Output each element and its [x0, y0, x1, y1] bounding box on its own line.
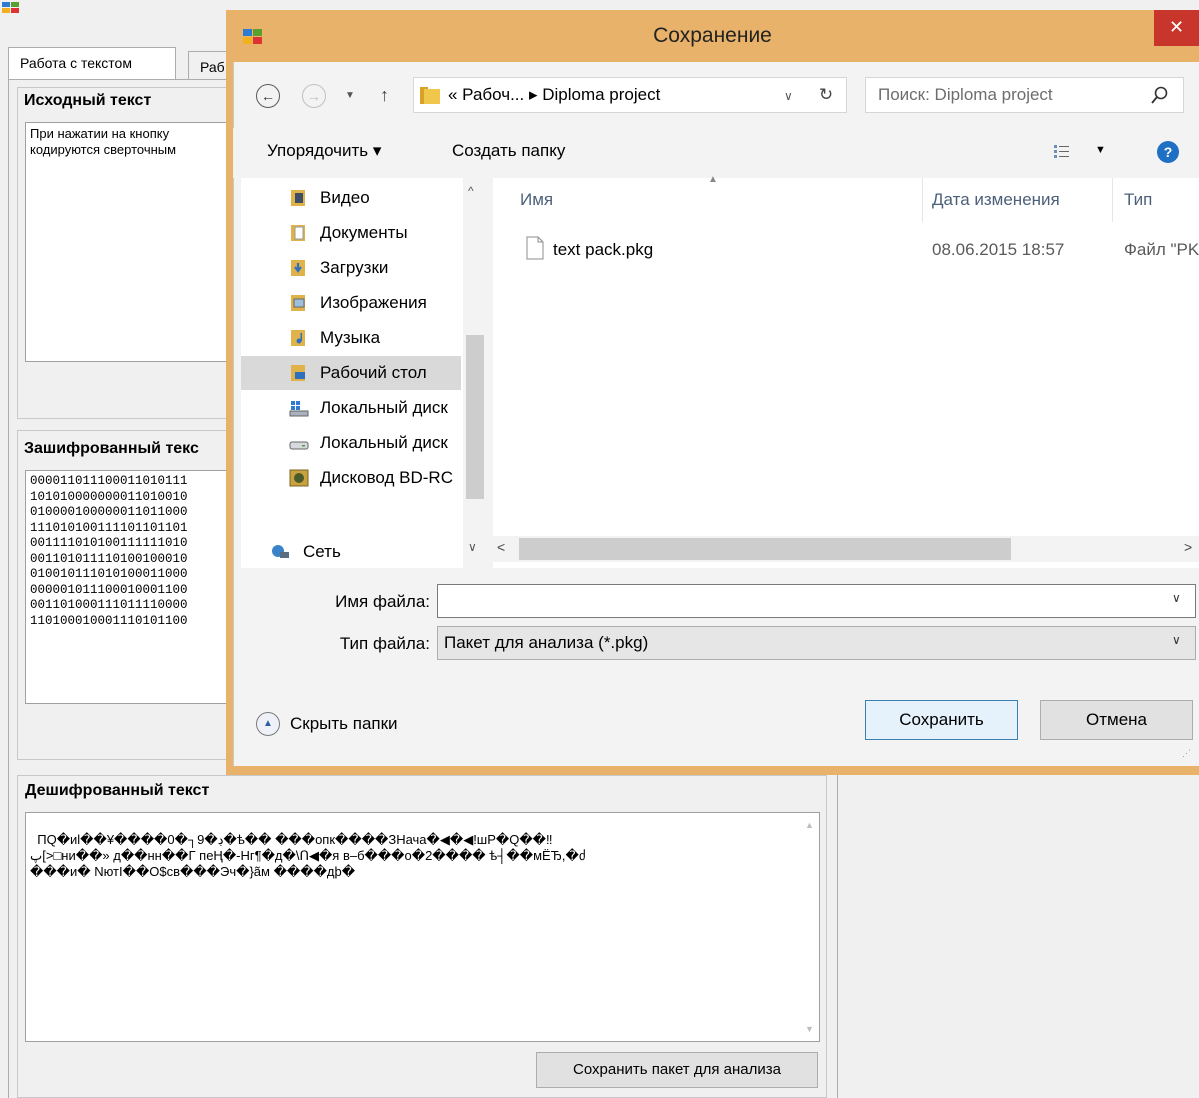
column-header-date[interactable]: Дата изменения [932, 190, 1102, 214]
sidebar-item-network[interactable]: Сеть [241, 535, 461, 568]
view-list-icon [1054, 145, 1069, 158]
pictures-folder-icon [291, 295, 305, 311]
scroll-up-icon[interactable]: ▲ [805, 817, 814, 833]
chevron-down-icon: ▼ [1095, 144, 1106, 156]
drive-icon [289, 441, 309, 450]
encrypted-line: 110100010001110101100 [30, 613, 188, 628]
search-placeholder: Поиск: Diploma project [878, 85, 1053, 104]
scroll-down-icon[interactable]: ∨ [468, 540, 482, 554]
sidebar-item-label: Загрузки [320, 258, 389, 277]
file-date: 08.06.2015 18:57 [932, 240, 1065, 259]
sidebar-item-label: Рабочий стол [320, 363, 427, 382]
view-options-button[interactable]: ▼ [1053, 141, 1113, 165]
sidebar-item-local-disk-1[interactable]: Локальный диск [241, 391, 461, 425]
navigation-pane: Видео Документы Загрузки Изображения Муз… [241, 178, 487, 568]
source-text-box[interactable]: При нажатии на кнопку кодируются сверточ… [25, 122, 255, 362]
encrypted-line: 001101000111011110000 [30, 598, 188, 612]
encrypted-line: 010000100000011011000 [30, 505, 188, 519]
up-arrow-icon[interactable]: ↑ [380, 83, 396, 107]
sidebar-item-label: Дисковод BD-RC [320, 468, 453, 487]
scroll-left-icon[interactable]: < [497, 539, 511, 557]
sidebar-item-label: Видео [320, 188, 370, 207]
sidebar-item-downloads[interactable]: Загрузки [241, 251, 461, 285]
sidebar-item-label: Сеть [303, 542, 341, 561]
filetype-label: Тип файла: [339, 634, 430, 653]
decrypted-text-content: ПQ�иl��¥����0�┐9�ڊ�ѣ�� ���опк����ЗНача�◀… [30, 832, 586, 879]
cancel-button[interactable]: Отмена [1040, 700, 1193, 740]
sort-ascending-icon: ▲ [708, 174, 718, 185]
network-icon [272, 545, 289, 558]
encrypted-line: 101010000000011010010 [30, 489, 188, 504]
organize-button[interactable]: Упорядочить ▾ [267, 141, 417, 165]
downloads-folder-icon [291, 260, 305, 276]
chevron-down-icon[interactable]: ∨ [1172, 591, 1188, 611]
sidebar-item-pictures[interactable]: Изображения [241, 286, 461, 320]
scroll-up-icon[interactable]: ^ [468, 184, 482, 198]
decrypted-text-title: Дешифрованный текст [25, 782, 210, 799]
bd-drive-icon [289, 469, 309, 487]
column-divider[interactable] [922, 178, 923, 222]
sidebar-item-video[interactable]: Видео [241, 181, 461, 215]
file-name[interactable]: text pack.pkg [553, 240, 853, 262]
back-arrow-icon[interactable]: ← [256, 84, 280, 108]
navigation-scroll-thumb[interactable] [466, 335, 484, 499]
scroll-down-icon[interactable]: ▼ [805, 1021, 814, 1037]
encrypted-line: 111010100111101101101 [30, 520, 188, 535]
encrypted-text-box[interactable]: 000011011100011010111 1010100000000110100… [25, 470, 255, 704]
chevron-down-icon[interactable]: ∨ [1172, 633, 1188, 653]
close-icon[interactable]: ✕ [1154, 10, 1199, 46]
file-icon [526, 236, 544, 260]
sidebar-item-label: Изображения [320, 293, 427, 312]
video-folder-icon [291, 190, 305, 206]
encrypted-line: 001101011110100100010 [30, 551, 188, 566]
hide-folders-label[interactable]: Скрыть папки [290, 714, 450, 736]
app-icon [2, 2, 19, 13]
encrypted-line: 010010111010100011000 [30, 567, 188, 581]
column-header-name[interactable]: Имя [520, 190, 680, 214]
sidebar-item-label: Музыка [320, 328, 381, 347]
sidebar-item-label: Локальный диск [320, 433, 448, 452]
new-folder-button[interactable]: Создать папку [452, 141, 602, 165]
sidebar-item-music[interactable]: Музыка [241, 321, 461, 355]
scroll-right-icon[interactable]: > [1184, 539, 1198, 557]
decrypted-text-scrollbar[interactable]: ▲ ▼ [802, 815, 817, 1039]
forward-arrow-icon[interactable]: → [302, 84, 326, 108]
help-icon[interactable]: ? [1157, 141, 1179, 163]
sidebar-item-bd-drive[interactable]: Дисковод BD-RC [241, 461, 461, 495]
dialog-title: Сохранение [653, 24, 772, 47]
sidebar-item-documents[interactable]: Документы [241, 216, 461, 250]
sidebar-item-desktop[interactable]: Рабочий стол [241, 356, 461, 390]
hscroll-thumb[interactable] [519, 538, 1011, 560]
filetype-select[interactable]: Пакет для анализа (*.pkg) [437, 626, 1196, 660]
refresh-icon[interactable]: ↻ [814, 83, 838, 107]
file-type: Файл "PKG" [1124, 240, 1199, 259]
sidebar-item-label: Локальный диск [320, 398, 448, 417]
filename-label: Имя файла: [335, 592, 430, 611]
chevron-down-icon[interactable]: ∨ [784, 85, 800, 107]
column-header-type[interactable]: Тип [1124, 190, 1194, 214]
music-folder-icon [291, 330, 305, 346]
sidebar-item-local-disk-2[interactable]: Локальный диск [241, 426, 461, 460]
desktop-folder-icon [291, 365, 305, 381]
search-icon[interactable] [1150, 84, 1170, 106]
folder-icon [420, 87, 440, 104]
encrypted-line: 001111010100111111010 [30, 536, 188, 550]
filename-field[interactable] [437, 584, 1196, 618]
breadcrumb[interactable]: « Рабоч... ▸ Diploma project [448, 85, 778, 107]
local-disk-icon [289, 401, 309, 417]
encrypted-line: 000011011100011010111 [30, 474, 188, 488]
save-button[interactable]: Сохранить [865, 700, 1018, 740]
resize-grip-icon[interactable]: ⋰ [1182, 748, 1196, 762]
sidebar-item-label: Документы [320, 223, 408, 242]
decrypted-text-box[interactable]: ПQ�иl��¥����0�┐9�ڊ�ѣ�� ���опк����ЗНача�◀… [25, 812, 820, 1042]
encrypted-line: 000001011100010001100 [30, 582, 188, 597]
save-package-button[interactable]: Сохранить пакет для анализа [536, 1052, 818, 1088]
tab-text-work[interactable]: Работа с текстом [8, 47, 176, 79]
documents-folder-icon [291, 225, 305, 241]
recent-locations-chevron-icon[interactable]: ▼ [345, 86, 359, 106]
column-divider[interactable] [1112, 178, 1113, 222]
collapse-icon[interactable]: ▲ [256, 712, 280, 736]
